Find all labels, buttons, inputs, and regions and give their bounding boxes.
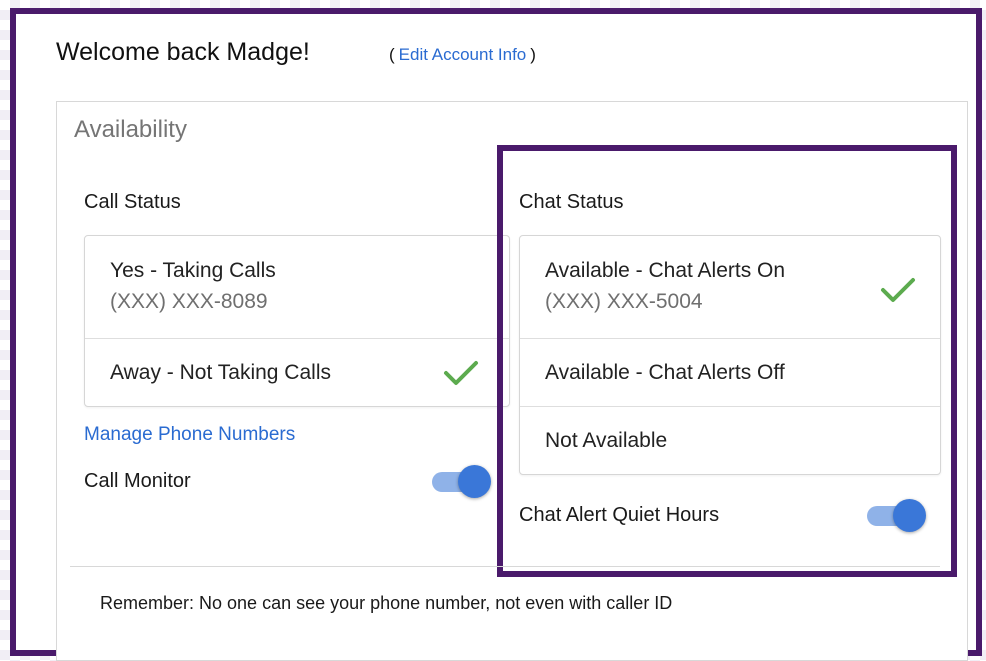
manage-phone-numbers-link[interactable]: Manage Phone Numbers [84,424,295,446]
edit-open-paren: ( [389,45,395,64]
chat-option-phone: (XXX) XXX-5004 [545,290,703,313]
chat-option-not-available[interactable]: Not Available [520,406,940,474]
edit-close-paren: ) [530,45,536,64]
chat-status-title: Chat Status [519,191,624,213]
divider [70,566,940,567]
toggle-knob [893,499,926,532]
chat-option-alerts-on[interactable]: Available - Chat Alerts On (XXX) XXX-500… [520,236,940,338]
chat-quiet-hours-toggle[interactable] [865,499,926,533]
chat-quiet-hours-label: Chat Alert Quiet Hours [519,504,720,526]
availability-title: Availability [74,116,187,143]
checkmark-icon [881,278,915,302]
edit-account-link[interactable]: Edit Account Info [399,45,527,64]
chat-status-list: Available - Chat Alerts On (XXX) XXX-500… [519,235,941,475]
chat-option-alerts-off[interactable]: Available - Chat Alerts Off [520,338,940,406]
call-monitor-toggle[interactable] [430,465,491,499]
call-option-label: Away - Not Taking Calls [110,361,331,384]
privacy-note: Remember: No one can see your phone numb… [100,593,673,613]
call-status-list: Yes - Taking Calls (XXX) XXX-8089 Away -… [84,235,510,407]
chat-option-label: Available - Chat Alerts Off [545,361,785,384]
toggle-knob [458,465,491,498]
chat-option-label: Available - Chat Alerts On [545,259,786,282]
page-title: Welcome back Madge! [56,38,310,66]
call-option-phone: (XXX) XXX-8089 [110,290,268,313]
call-option-away[interactable]: Away - Not Taking Calls [85,338,509,406]
call-status-title: Call Status [84,191,181,213]
chat-option-label: Not Available [545,429,668,452]
checkmark-icon [444,361,478,385]
edit-account-wrapper: (Edit Account Info) [389,45,536,65]
call-option-label: Yes - Taking Calls [110,259,276,282]
call-monitor-label: Call Monitor [84,470,191,492]
call-option-taking-calls[interactable]: Yes - Taking Calls (XXX) XXX-8089 [85,236,509,338]
